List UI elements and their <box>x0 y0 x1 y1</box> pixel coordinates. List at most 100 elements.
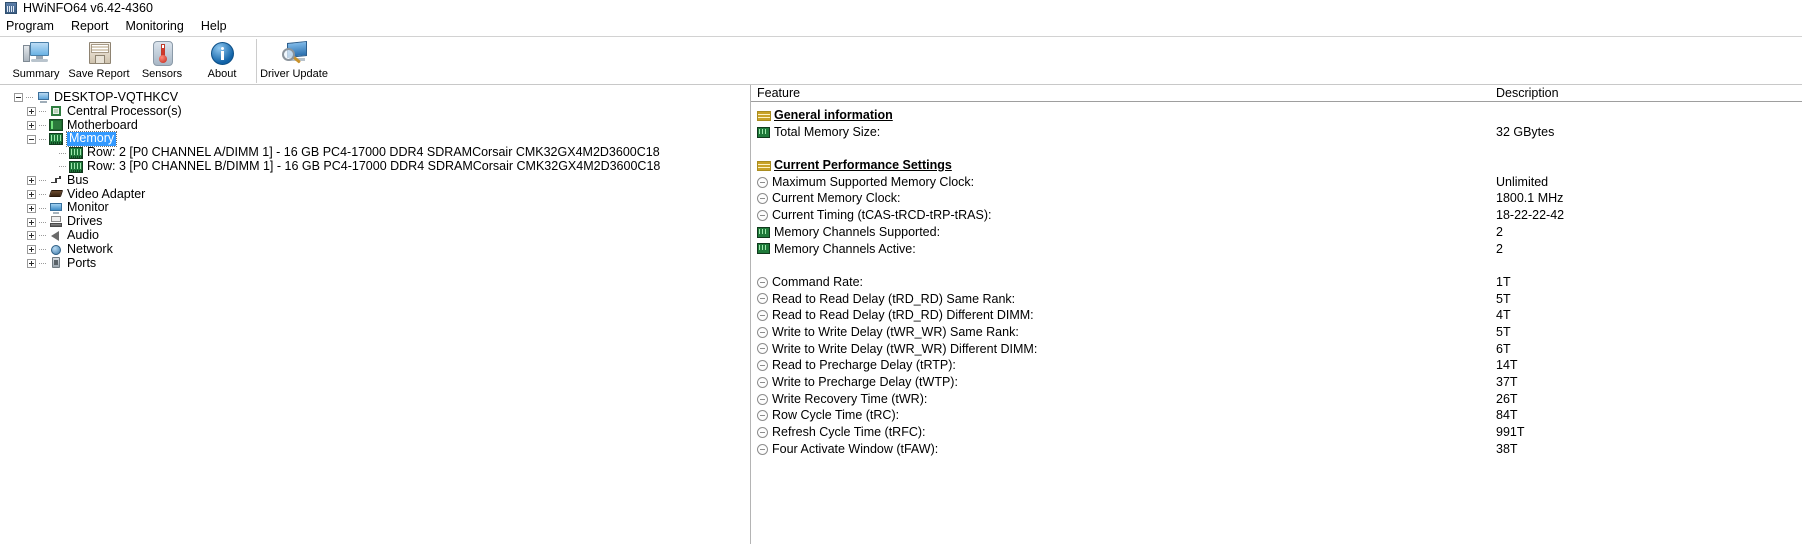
tree-item-motherboard[interactable]: Motherboard <box>0 117 750 133</box>
title-bar: HWiNFO64 v6.42-4360 <box>0 0 1802 16</box>
tree-connector <box>39 235 47 237</box>
about-button[interactable]: About <box>192 37 252 84</box>
cpu-icon <box>49 105 63 118</box>
tree-item-monitor[interactable]: Monitor <box>0 201 750 215</box>
detail-row-spacer <box>751 140 1802 157</box>
expand-toggle-icon[interactable] <box>27 245 36 255</box>
detail-row: Memory Channels Supported: 2 <box>751 224 1802 241</box>
memory-icon <box>69 160 83 173</box>
tree-item-ports[interactable]: Ports <box>0 255 750 271</box>
tree-item-network[interactable]: Network <box>0 241 750 257</box>
minus-circle-icon <box>757 426 768 438</box>
minus-circle-icon <box>757 209 768 221</box>
detail-column-headers: Feature Description <box>751 85 1802 102</box>
minus-circle-icon <box>757 443 768 455</box>
tree-item-label: Ports <box>67 255 97 270</box>
expand-toggle-icon[interactable] <box>27 189 36 199</box>
collapse-toggle-icon[interactable] <box>14 93 23 103</box>
memory-icon <box>49 133 63 146</box>
detail-row: Four Activate Window (tFAW): 38T <box>751 441 1802 458</box>
section-bars-icon <box>757 110 771 121</box>
minus-circle-icon <box>757 310 768 322</box>
sensors-button[interactable]: Sensors <box>132 37 192 84</box>
sensors-button-label: Sensors <box>141 68 183 80</box>
tree-item-drives[interactable]: Drives <box>0 214 750 229</box>
save-report-button[interactable]: Save Report <box>66 37 132 84</box>
feature-label: Current Memory Clock: <box>772 191 901 206</box>
detail-row: Write to Precharge Delay (tWTP): 37T <box>751 374 1802 391</box>
tree-item-label: Network <box>67 241 113 256</box>
device-tree[interactable]: DESKTOP-VQTHKCV Central Processor(s) Mot… <box>0 85 751 544</box>
detail-row: Current Timing (tCAS-tRCD-tRP-tRAS): 18-… <box>751 207 1802 224</box>
tree-item-video-adapter[interactable]: Video Adapter <box>0 186 750 202</box>
collapse-toggle-icon[interactable] <box>27 134 36 144</box>
minus-circle-icon <box>757 293 768 305</box>
memory-icon <box>757 226 770 238</box>
detail-row: Read to Precharge Delay (tRTP): 14T <box>751 357 1802 374</box>
column-header-description[interactable]: Description <box>1496 86 1559 100</box>
feature-value: Unlimited <box>1496 174 1549 189</box>
expand-toggle-icon[interactable] <box>27 231 36 241</box>
feature-label: Command Rate: <box>772 274 864 289</box>
tree-item-desktop[interactable]: DESKTOP-VQTHKCV <box>0 90 750 105</box>
minus-circle-icon <box>757 360 768 372</box>
expand-toggle-icon[interactable] <box>27 258 36 268</box>
tree-item-label: Video Adapter <box>67 186 146 201</box>
leaf-toggle-icon <box>47 162 56 171</box>
tree-item-memory[interactable]: Memory <box>0 131 750 148</box>
column-header-feature[interactable]: Feature <box>757 86 800 100</box>
feature-label: Row Cycle Time (tRC): <box>772 408 900 423</box>
expand-toggle-icon[interactable] <box>27 203 36 213</box>
network-globe-icon <box>49 244 63 256</box>
feature-value: 84T <box>1496 408 1518 423</box>
detail-section-header: Current Performance Settings <box>751 157 1802 174</box>
tree-connector <box>39 249 47 251</box>
expand-toggle-icon[interactable] <box>27 120 36 130</box>
feature-label: Read to Read Delay (tRD_RD) Same Rank: <box>772 291 1016 306</box>
tree-item-label: Motherboard <box>67 117 138 132</box>
detail-row: Refresh Cycle Time (tRFC): 991T <box>751 424 1802 441</box>
tree-item-central-processors[interactable]: Central Processor(s) <box>0 103 750 119</box>
feature-label: Read to Precharge Delay (tRTP): <box>772 358 956 373</box>
menu-bar: Program Report Monitoring Help <box>0 16 1802 36</box>
expand-toggle-icon[interactable] <box>27 217 36 227</box>
feature-value: 32 GBytes <box>1496 124 1555 139</box>
menu-item-help[interactable]: Help <box>201 17 236 35</box>
motherboard-icon <box>49 119 63 132</box>
tree-item-memory-row-3[interactable]: Row: 3 [P0 CHANNEL B/DIMM 1] - 16 GB PC4… <box>0 159 750 174</box>
expand-toggle-icon[interactable] <box>27 107 36 117</box>
feature-label: Four Activate Window (tFAW): <box>772 441 939 456</box>
feature-value: 18-22-22-42 <box>1496 208 1565 223</box>
menu-item-report[interactable]: Report <box>71 17 118 35</box>
tree-item-label: Drives <box>67 214 103 229</box>
memory-icon <box>757 126 770 138</box>
summary-button[interactable]: Summary <box>6 37 66 84</box>
tree-item-label: DESKTOP-VQTHKCV <box>54 90 179 104</box>
feature-value: 14T <box>1496 358 1518 373</box>
tree-connector <box>39 138 47 140</box>
tree-item-label: Central Processor(s) <box>67 103 182 118</box>
tree-item-audio[interactable]: Audio <box>0 228 750 243</box>
feature-value: 37T <box>1496 375 1518 389</box>
video-adapter-icon <box>48 188 64 200</box>
tree-item-label: Monitor <box>67 200 109 215</box>
menu-item-monitoring[interactable]: Monitoring <box>125 17 192 35</box>
info-circle-icon <box>209 40 236 67</box>
expand-toggle-icon[interactable] <box>27 176 36 186</box>
ports-icon <box>49 257 63 269</box>
feature-label: Refresh Cycle Time (tRFC): <box>772 425 926 440</box>
detail-section-header: General information <box>751 107 1802 124</box>
tree-item-bus[interactable]: Bus <box>0 173 750 188</box>
leaf-toggle-icon <box>47 149 56 158</box>
tree-connector <box>59 166 67 168</box>
driver-update-button[interactable]: Driver Update <box>260 37 328 84</box>
feature-value: 26T <box>1496 391 1518 406</box>
monitor-icon <box>22 40 50 67</box>
feature-value: 2 <box>1496 241 1503 256</box>
tree-connector <box>39 207 47 209</box>
toolbar-separator <box>256 39 257 83</box>
driver-update-button-label: Driver Update <box>260 68 328 80</box>
detail-row: Current Memory Clock: 1800.1 MHz <box>751 190 1802 207</box>
menu-item-program[interactable]: Program <box>6 17 63 35</box>
tree-item-memory-row-2[interactable]: Row: 2 [P0 CHANNEL A/DIMM 1] - 16 GB PC4… <box>0 145 750 160</box>
